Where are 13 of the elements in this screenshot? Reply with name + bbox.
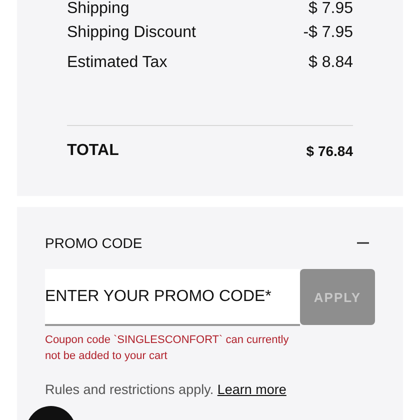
- total-label: TOTAL: [67, 142, 119, 160]
- rules-text: Rules and restrictions apply.: [45, 382, 214, 397]
- summary-value: $ 8.84: [308, 54, 353, 72]
- total-value: $ 76.84: [306, 143, 353, 159]
- summary-value: -$ 7.95: [303, 24, 353, 42]
- summary-label: Shipping: [67, 0, 130, 18]
- summary-value: $ 7.95: [308, 0, 353, 18]
- promo-code-field[interactable]: ENTER YOUR PROMO CODE*: [45, 269, 300, 326]
- summary-label: Shipping Discount: [67, 24, 196, 42]
- promo-title: PROMO CODE: [45, 235, 142, 251]
- error-message: Coupon code `SINGLESCONFORT` can currently not be added to your cart: [45, 333, 290, 364]
- summary-label: Estimated Tax: [67, 54, 168, 72]
- learn-more-link[interactable]: Learn more: [217, 382, 286, 397]
